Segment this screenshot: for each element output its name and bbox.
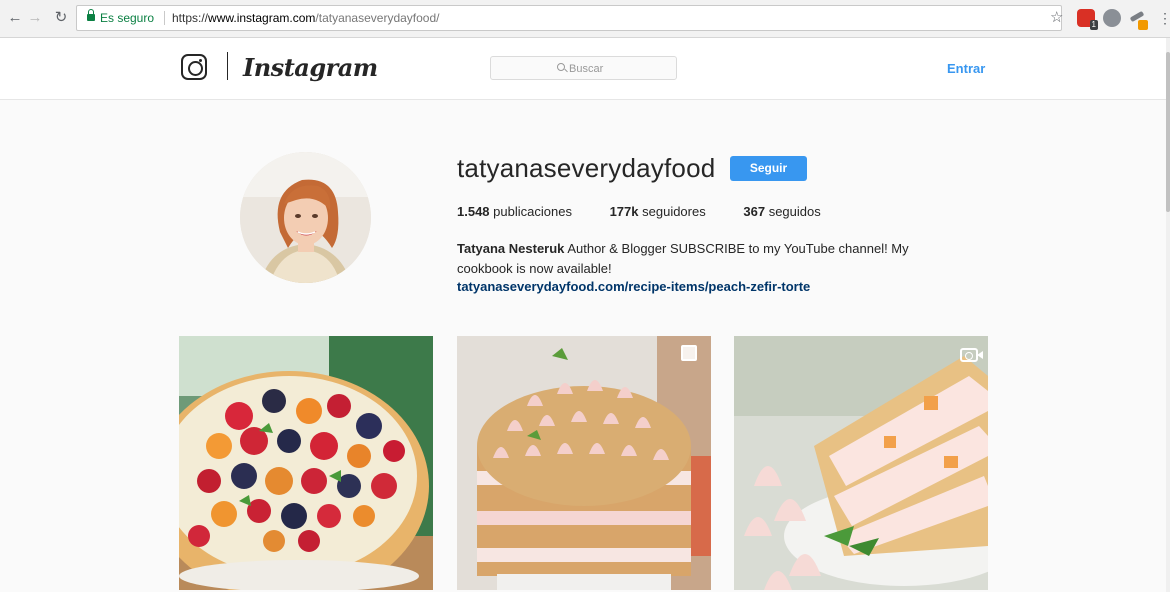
reload-icon[interactable]: ↻ [52, 9, 70, 27]
post-thumbnail[interactable] [179, 336, 433, 590]
avatar[interactable] [240, 152, 371, 283]
forward-arrow-icon[interactable]: → [26, 9, 44, 27]
star-icon[interactable]: ☆ [1050, 8, 1063, 26]
following-label: seguidos [768, 204, 821, 219]
avatar-photo [240, 152, 371, 283]
instagram-wordmark[interactable]: Instagram [243, 53, 378, 82]
extension-icon[interactable] [1138, 20, 1148, 30]
post-thumbnail[interactable] [457, 336, 711, 590]
posts-count: 1.548 [457, 204, 490, 219]
lock-icon [87, 9, 95, 21]
following-stat[interactable]: 367 seguidos [743, 204, 820, 219]
video-icon [960, 348, 983, 362]
berry-tart-photo [179, 336, 433, 590]
peach-cake-slice-photo [734, 336, 988, 590]
address-separator [164, 11, 165, 25]
posts-count-stat: 1.548 publicaciones [457, 204, 572, 219]
page-scrollbar[interactable] [1166, 38, 1170, 592]
followers-label: seguidores [642, 204, 706, 219]
profile-website-link[interactable]: tatyanaseverydayfood.com/recipe-items/pe… [457, 279, 810, 294]
search-input[interactable] [569, 61, 669, 76]
zefir-torte-photo [457, 336, 711, 590]
url-host: www.instagram.com [208, 11, 316, 25]
profile-username: tatyanaseverydayfood [457, 153, 716, 183]
login-link[interactable]: Entrar [947, 61, 985, 76]
scrollbar-thumb[interactable] [1166, 52, 1170, 212]
instagram-camera-icon[interactable] [181, 54, 207, 80]
extension-badge: 1 [1089, 20, 1098, 30]
followers-stat[interactable]: 177k seguidores [610, 204, 706, 219]
back-arrow-icon[interactable]: ← [6, 9, 24, 27]
logo-divider [227, 52, 228, 80]
post-thumbnail[interactable] [734, 336, 988, 590]
extension-icon[interactable] [1103, 9, 1121, 27]
profile-bio: Tatyana Nesteruk Author & Blogger SUBSCR… [457, 239, 947, 279]
carousel-icon [681, 345, 697, 361]
instagram-header: Instagram Entrar [0, 38, 1166, 100]
secure-label: Es seguro [100, 11, 155, 25]
url-scheme: https:// [172, 11, 209, 25]
menu-icon[interactable]: ⋮ [1158, 9, 1170, 27]
search-box[interactable] [490, 56, 677, 80]
following-count: 367 [743, 204, 766, 219]
address-bar[interactable]: Es seguro https://www.instagram.com/taty… [76, 5, 1062, 31]
extension-icon[interactable]: 1 [1077, 9, 1098, 30]
posts-label: publicaciones [493, 204, 572, 219]
profile-full-name: Tatyana Nesteruk [457, 241, 565, 256]
profile-stats: 1.548 publicaciones 177k seguidores 367 … [457, 204, 855, 219]
followers-count: 177k [609, 204, 639, 219]
url-path: /tatyanaseverydayfood/ [315, 11, 440, 25]
search-icon [557, 63, 565, 71]
follow-button[interactable]: Seguir [730, 156, 807, 181]
browser-toolbar: ← → ↻ Es seguro https://www.instagram.co… [0, 0, 1170, 38]
url-text[interactable]: https://www.instagram.com/tatyanaseveryd… [172, 11, 439, 25]
